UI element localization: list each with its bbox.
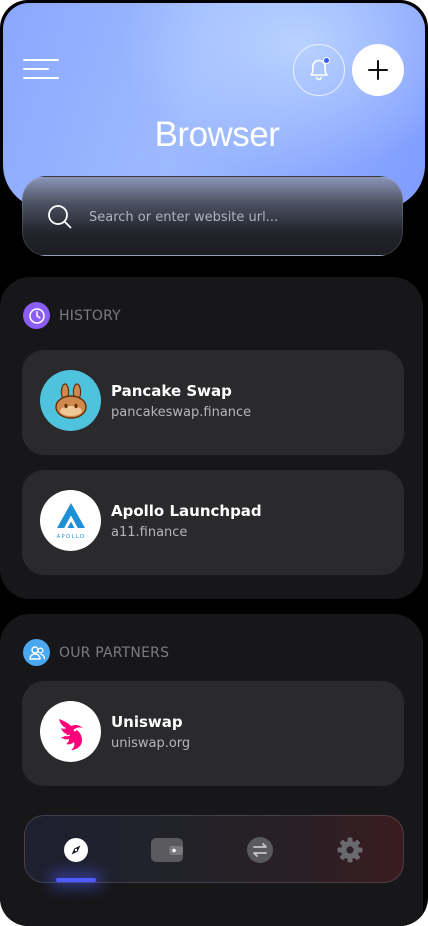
- add-tab-button[interactable]: [352, 44, 404, 96]
- tab-wallet[interactable]: [147, 830, 187, 870]
- page-title: Browser: [154, 115, 280, 154]
- tab-settings[interactable]: [330, 830, 370, 870]
- history-item-url: a11.finance: [111, 525, 188, 540]
- browser-screen: Browser HISTORY: [0, 0, 428, 926]
- tab-browser[interactable]: [56, 830, 96, 870]
- history-item-apollo[interactable]: APOLLO Apollo Launchpad a11.finance: [22, 470, 404, 575]
- tab-swap[interactable]: [240, 830, 280, 870]
- history-panel: HISTORY Pancake Swap pancakeswap.finance: [0, 277, 423, 599]
- history-item-name: Apollo Launchpad: [111, 502, 262, 520]
- compass-icon: [64, 838, 88, 862]
- active-tab-indicator: [56, 878, 96, 882]
- pancakeswap-logo: [40, 370, 101, 431]
- search-input[interactable]: [87, 201, 387, 233]
- bottom-tab-bar: [24, 815, 404, 883]
- settings-gear-icon: [337, 837, 363, 863]
- partner-item-name: Uniswap: [111, 713, 183, 731]
- history-item-url: pancakeswap.finance: [111, 405, 252, 420]
- apollo-logo: APOLLO: [40, 490, 101, 551]
- clock-icon: [23, 302, 50, 329]
- swap-arrows-icon: [247, 837, 273, 863]
- notification-dot: [323, 57, 330, 64]
- users-icon: [23, 639, 50, 666]
- partners-header: OUR PARTNERS: [23, 639, 169, 666]
- history-item-name: Pancake Swap: [111, 382, 232, 400]
- search-icon: [48, 205, 72, 229]
- apollo-logo-text: APOLLO: [56, 534, 85, 540]
- uniswap-logo: [40, 701, 101, 762]
- partner-item-uniswap[interactable]: Uniswap uniswap.org: [22, 681, 404, 786]
- hamburger-menu-icon[interactable]: [23, 59, 59, 81]
- partner-item-url: uniswap.org: [111, 736, 191, 751]
- history-item-pancakeswap[interactable]: Pancake Swap pancakeswap.finance: [22, 350, 404, 455]
- wallet-icon: [151, 838, 183, 862]
- notifications-button[interactable]: [293, 44, 345, 96]
- plus-icon: [368, 60, 388, 80]
- history-label: HISTORY: [59, 307, 121, 324]
- partners-label: OUR PARTNERS: [59, 644, 170, 661]
- history-header: HISTORY: [23, 302, 121, 329]
- search-bar[interactable]: [22, 176, 403, 256]
